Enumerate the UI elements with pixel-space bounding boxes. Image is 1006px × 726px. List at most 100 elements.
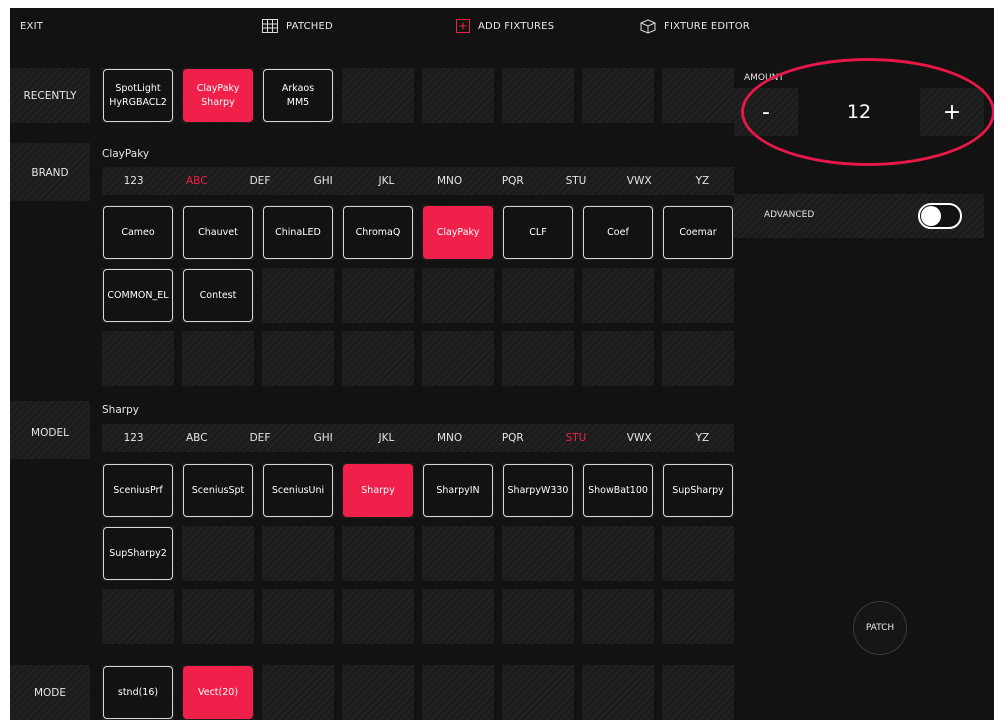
empty-cell: [262, 331, 334, 386]
letter-tab[interactable]: DEF: [228, 424, 291, 452]
brand-item[interactable]: Coemar: [663, 206, 733, 259]
empty-cell: [342, 589, 414, 644]
letter-tab[interactable]: VWX: [608, 167, 671, 195]
empty-cell: [502, 526, 574, 581]
empty-cell: [182, 526, 254, 581]
brand-selected-name: ClayPaky: [102, 148, 150, 160]
empty-cell: [502, 589, 574, 644]
section-label-model: MODEL: [10, 401, 90, 459]
empty-cell: [102, 589, 174, 644]
letter-tab[interactable]: ABC: [165, 424, 228, 452]
empty-cell: [662, 526, 734, 581]
empty-cell: [342, 665, 414, 720]
amount-stepper: - 12 +: [734, 88, 984, 136]
recently-item[interactable]: Arkaos MM5: [263, 69, 333, 122]
decrement-button[interactable]: -: [734, 88, 798, 136]
empty-cell: [662, 589, 734, 644]
empty-cell: [342, 268, 414, 323]
letter-tab[interactable]: JKL: [355, 167, 418, 195]
empty-cell: [502, 331, 574, 386]
letter-tab[interactable]: VWX: [608, 424, 671, 452]
letter-tab[interactable]: GHI: [292, 167, 355, 195]
brand-item[interactable]: Cameo: [103, 206, 173, 259]
fixture-editor-tab[interactable]: FIXTURE EDITOR: [640, 8, 750, 44]
letter-tab[interactable]: 123: [102, 167, 165, 195]
brand-item[interactable]: COMMON_EL: [103, 269, 173, 322]
section-label-recently: RECENTLY: [10, 68, 90, 123]
model-item[interactable]: SharpyW330: [503, 464, 573, 517]
mode-item[interactable]: Vect(20): [183, 666, 253, 719]
amount-value[interactable]: 12: [798, 88, 920, 136]
letter-tab[interactable]: STU: [544, 424, 607, 452]
empty-cell: [582, 68, 654, 123]
toggle-knob: [921, 206, 941, 226]
empty-cell: [422, 268, 494, 323]
empty-cell: [582, 526, 654, 581]
empty-cell: [422, 68, 494, 123]
letter-tab[interactable]: STU: [544, 167, 607, 195]
empty-cell: [662, 665, 734, 720]
empty-cell: [502, 665, 574, 720]
model-item[interactable]: SceniusSpt: [183, 464, 253, 517]
recently-item[interactable]: SpotLight HyRGBACL2: [103, 69, 173, 122]
exit-button[interactable]: EXIT: [20, 8, 43, 44]
empty-cell: [262, 665, 334, 720]
model-selected-name: Sharpy: [102, 404, 139, 416]
empty-cell: [102, 331, 174, 386]
empty-cell: [422, 589, 494, 644]
brand-item[interactable]: Contest: [183, 269, 253, 322]
empty-cell: [502, 268, 574, 323]
advanced-toggle[interactable]: [918, 203, 962, 229]
empty-cell: [422, 526, 494, 581]
brand-item[interactable]: Coef: [583, 206, 653, 259]
letter-tab[interactable]: PQR: [481, 424, 544, 452]
letter-tab[interactable]: GHI: [292, 424, 355, 452]
brand-item[interactable]: CLF: [503, 206, 573, 259]
letter-tab[interactable]: MNO: [418, 424, 481, 452]
section-label-mode: MODE: [10, 665, 90, 720]
model-item[interactable]: SupSharpy2: [103, 527, 173, 580]
empty-cell: [582, 331, 654, 386]
brand-item[interactable]: ChromaQ: [343, 206, 413, 259]
empty-cell: [582, 665, 654, 720]
brand-item[interactable]: Chauvet: [183, 206, 253, 259]
letter-tab[interactable]: YZ: [671, 167, 734, 195]
letter-tab[interactable]: ABC: [165, 167, 228, 195]
patched-tab[interactable]: PATCHED: [262, 8, 333, 44]
empty-cell: [342, 68, 414, 123]
section-label-brand: BRAND: [10, 143, 90, 201]
brand-item[interactable]: ClayPaky: [423, 206, 493, 259]
empty-cell: [582, 589, 654, 644]
top-bar: EXIT PATCHED ADD FIXTURES FIXTURE EDITOR: [10, 8, 994, 44]
mode-item[interactable]: stnd(16): [103, 666, 173, 719]
model-item[interactable]: SceniusUni: [263, 464, 333, 517]
empty-cell: [502, 68, 574, 123]
model-item[interactable]: Sharpy: [343, 464, 413, 517]
empty-cell: [662, 331, 734, 386]
letter-tab[interactable]: JKL: [355, 424, 418, 452]
empty-cell: [422, 665, 494, 720]
letter-tab[interactable]: DEF: [228, 167, 291, 195]
letter-tab[interactable]: 123: [102, 424, 165, 452]
brand-item[interactable]: ChinaLED: [263, 206, 333, 259]
empty-cell: [582, 268, 654, 323]
letter-tab[interactable]: YZ: [671, 424, 734, 452]
increment-button[interactable]: +: [920, 88, 984, 136]
model-item[interactable]: SharpyIN: [423, 464, 493, 517]
patch-button[interactable]: PATCH: [853, 601, 907, 655]
advanced-label: ADVANCED: [764, 210, 815, 220]
model-item[interactable]: ShowBat100: [583, 464, 653, 517]
letter-tab[interactable]: PQR: [481, 167, 544, 195]
model-item[interactable]: SceniusPrf: [103, 464, 173, 517]
letter-tab[interactable]: MNO: [418, 167, 481, 195]
empty-cell: [662, 268, 734, 323]
empty-cell: [342, 331, 414, 386]
empty-cell: [422, 331, 494, 386]
empty-cell: [262, 589, 334, 644]
add-fixtures-tab[interactable]: ADD FIXTURES: [456, 8, 554, 44]
amount-label: AMOUNT: [744, 73, 784, 83]
recently-item[interactable]: ClayPaky Sharpy: [183, 69, 253, 122]
empty-cell: [182, 589, 254, 644]
model-item[interactable]: SupSharpy: [663, 464, 733, 517]
empty-cell: [342, 526, 414, 581]
